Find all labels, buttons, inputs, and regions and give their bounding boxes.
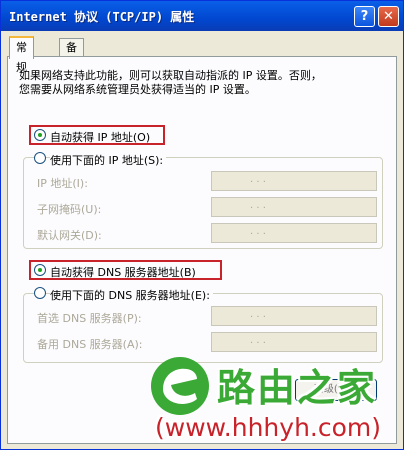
watermark-url: (www.hhhyh.com) — [155, 413, 382, 442]
alternate-dns-field[interactable]: . . . — [211, 332, 377, 352]
preferred-dns-label: 首选 DNS 服务器(P): — [37, 312, 142, 325]
subnet-mask-label: 子网掩码(U): — [37, 203, 102, 216]
radio-auto-dns-label[interactable]: 自动获得 DNS 服务器地址(B) — [50, 264, 196, 280]
tab-general[interactable]: 常规 — [9, 36, 34, 74]
radio-manual-ip-label[interactable]: 使用下面的 IP 地址(S): — [50, 152, 167, 168]
default-gateway-dots: . . . — [250, 226, 266, 237]
radio-manual-dns[interactable] — [34, 287, 46, 299]
title-bar[interactable]: Internet 协议 (TCP/IP) 属性 ? ✕ — [1, 1, 403, 31]
radio-auto-dns[interactable] — [34, 264, 46, 276]
subnet-mask-field[interactable]: . . . — [211, 197, 377, 217]
watermark-brand: 路由之家 — [217, 366, 378, 410]
radio-manual-ip[interactable] — [34, 152, 46, 164]
radio-auto-ip[interactable] — [34, 129, 46, 141]
default-gateway-label: 默认网关(D): — [37, 229, 102, 242]
dialog-window: Internet 协议 (TCP/IP) 属性 ? ✕ 常规 备用配置 如果网络… — [0, 0, 404, 450]
radio-manual-dns-label[interactable]: 使用下面的 DNS 服务器地址(E): — [50, 287, 213, 303]
default-gateway-field[interactable]: . . . — [211, 223, 377, 243]
preferred-dns-dots: . . . — [250, 309, 266, 320]
radio-auto-ip-label[interactable]: 自动获得 IP 地址(O) — [50, 129, 150, 145]
tab-alternate-config[interactable]: 备用配置 — [59, 38, 84, 108]
alternate-dns-dots: . . . — [250, 335, 266, 346]
description-text: 如果网络支持此功能，则可以获取自动指派的 IP 设置。否则， 您需要从网络系统管… — [19, 69, 379, 97]
ip-address-label: IP 地址(I): — [37, 177, 88, 190]
description-line-1: 如果网络支持此功能，则可以获取自动指派的 IP 设置。否则， — [19, 69, 322, 82]
ip-address-dots: . . . — [250, 174, 266, 185]
alternate-dns-label: 备用 DNS 服务器(A): — [37, 338, 143, 351]
ip-address-field[interactable]: . . . — [211, 171, 377, 191]
close-button[interactable]: ✕ — [378, 6, 399, 27]
watermark-overlay: 路由之家 (www.hhhyh.com) — [149, 351, 401, 447]
help-button[interactable]: ? — [354, 6, 375, 27]
subnet-mask-dots: . . . — [250, 200, 266, 211]
window-title: Internet 协议 (TCP/IP) 属性 — [9, 10, 195, 24]
watermark-logo-icon — [151, 357, 209, 415]
preferred-dns-field[interactable]: . . . — [211, 306, 377, 326]
description-line-2: 您需要从网络系统管理员处获得适当的 IP 设置。 — [19, 83, 256, 96]
